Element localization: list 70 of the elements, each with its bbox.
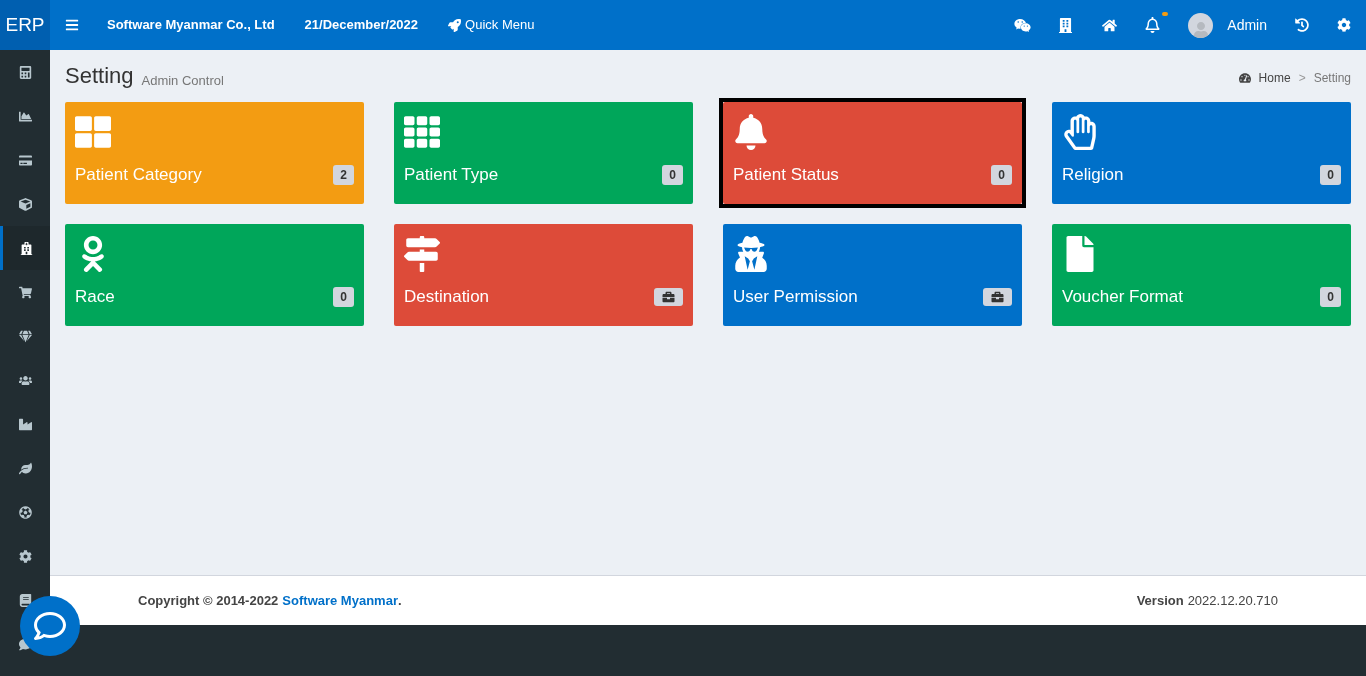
setting-tile[interactable]: Destination: [394, 224, 693, 326]
speech-bubble-icon: [34, 610, 66, 642]
version-number: 2022.12.20.710: [1187, 591, 1278, 610]
dashboard-icon: [1238, 72, 1251, 84]
count-badge: 0: [1320, 286, 1341, 307]
count-badge: 2: [333, 164, 354, 185]
hand-icon: [1062, 114, 1098, 150]
calculator-icon[interactable]: [18, 65, 32, 79]
breadcrumb-link[interactable]: Home: [1258, 69, 1291, 87]
factory-icon[interactable]: [18, 417, 32, 431]
users-icon[interactable]: [18, 373, 32, 387]
credit-card-icon[interactable]: [18, 153, 32, 167]
setting-tile[interactable]: Race 0: [65, 224, 364, 326]
page-subtitle: Admin Control: [141, 74, 224, 87]
rocket-icon: [448, 18, 462, 32]
leaf-icon[interactable]: [18, 461, 32, 475]
building-icon[interactable]: [1059, 17, 1073, 33]
app-logo[interactable]: ERP: [0, 0, 50, 50]
copyright-period: .: [397, 591, 402, 610]
settings-icon[interactable]: [1337, 18, 1351, 32]
home-icon[interactable]: [1102, 17, 1118, 33]
setting-tile[interactable]: Religion 0: [1052, 102, 1351, 204]
breadcrumb-separator: >: [1298, 70, 1306, 87]
tile-label: Voucher Format: [1062, 286, 1183, 308]
chat-icon[interactable]: [1014, 16, 1032, 34]
sidebar-item[interactable]: [0, 226, 50, 270]
setting-tile[interactable]: Voucher Format 0: [1052, 224, 1351, 326]
briefcase-icon: [991, 290, 1004, 303]
cart-icon[interactable]: [18, 285, 32, 299]
bell-icon: [733, 114, 769, 150]
tile-label: Patient Status: [733, 164, 839, 186]
page-title: Setting: [65, 65, 134, 87]
avatar[interactable]: [1188, 12, 1214, 38]
copyright-text: Copyright © 2014-2022: [138, 591, 279, 610]
count-badge: 0: [662, 164, 683, 185]
setting-tile[interactable]: Patient Status 0: [723, 102, 1022, 204]
tile-label: Race: [75, 286, 115, 308]
tile-label: Patient Category: [75, 164, 202, 186]
tile-label: Religion: [1062, 164, 1124, 186]
signpost-icon: [404, 236, 440, 272]
book-icon[interactable]: [18, 593, 32, 607]
breadcrumb-link[interactable]: Setting: [1313, 69, 1351, 87]
grid-icon: [75, 114, 111, 150]
chat-bubble-button[interactable]: [20, 596, 80, 656]
tile-label: Destination: [404, 286, 490, 308]
spy-icon: [733, 236, 769, 272]
grid-icon: [404, 114, 440, 150]
settings-icon[interactable]: [18, 549, 32, 563]
quick-menu-button[interactable]: Quick Menu: [448, 15, 535, 35]
briefcase-icon: [662, 290, 675, 303]
count-badge: 0: [333, 286, 354, 307]
area-chart-icon[interactable]: [18, 109, 32, 123]
bell-icon[interactable]: [1145, 17, 1161, 33]
setting-tile[interactable]: User Permission: [723, 224, 1022, 326]
version-label: Version: [1136, 591, 1184, 610]
cube-icon[interactable]: [18, 197, 32, 211]
count-badge: 0: [1320, 164, 1341, 185]
tile-label: Patient Type: [404, 164, 499, 186]
count-badge: 0: [991, 164, 1012, 185]
setting-tile[interactable]: Patient Category 2: [65, 102, 364, 204]
company-link[interactable]: Software Myanmar: [282, 590, 398, 611]
tile-label: User Permission: [733, 286, 858, 308]
hospital-icon: [20, 241, 33, 255]
current-date: 21/December/2022: [304, 16, 419, 35]
menu-icon[interactable]: [65, 18, 79, 32]
company-name: Software Myanmar Co., Ltd: [107, 16, 275, 35]
diamond-icon[interactable]: [18, 329, 32, 343]
history-icon[interactable]: [1295, 18, 1309, 32]
setting-tile[interactable]: Patient Type 0: [394, 102, 693, 204]
user-name[interactable]: Admin: [1227, 14, 1267, 36]
